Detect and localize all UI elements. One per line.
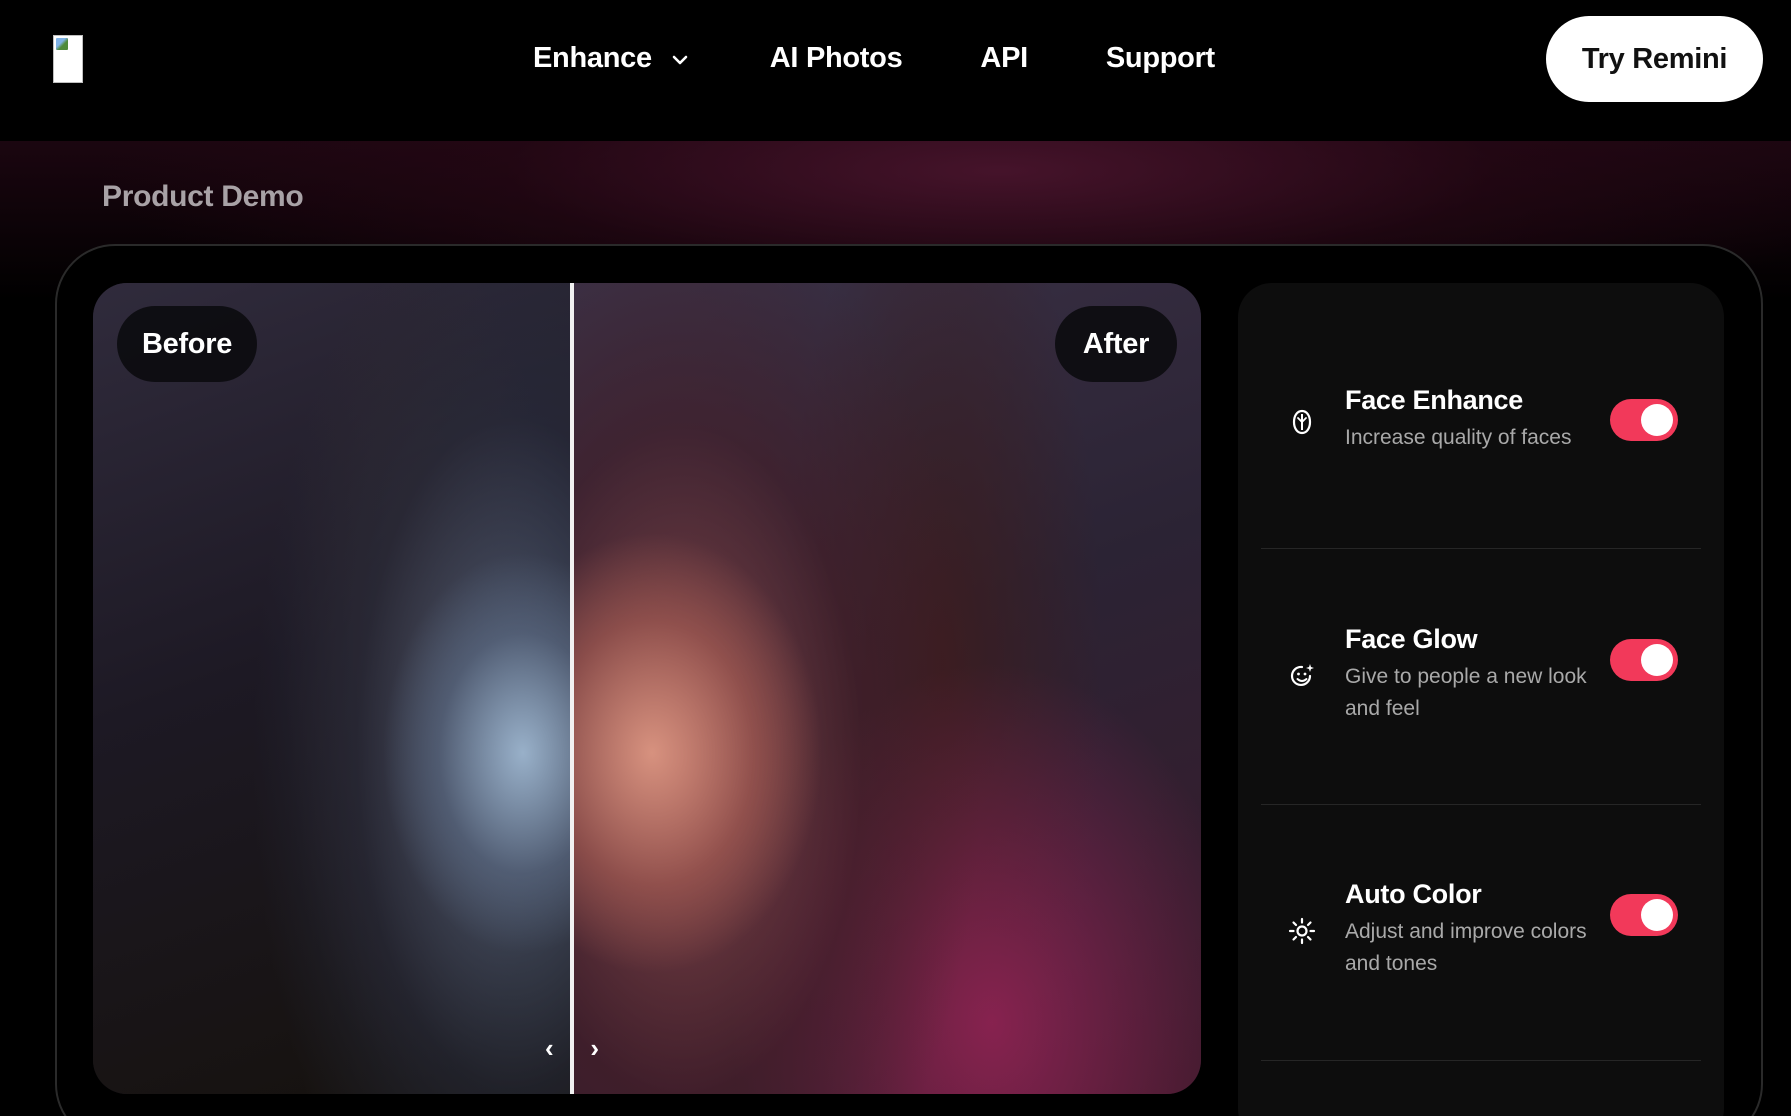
logo-broken-image[interactable] xyxy=(53,35,83,83)
enhance-options-panel: Face Enhance Increase quality of faces F… xyxy=(1238,283,1724,1116)
auto-color-toggle[interactable] xyxy=(1610,894,1678,936)
feature-title: Face Enhance xyxy=(1345,385,1523,415)
nav-ai-photos[interactable]: AI Photos xyxy=(770,42,903,75)
face-enhance-toggle[interactable] xyxy=(1610,399,1678,441)
feature-face-glow: Face Glow Give to people a new look and … xyxy=(1238,549,1724,805)
feature-auto-color: Auto Color Adjust and improve colors and… xyxy=(1238,805,1724,1061)
site-header: Enhance AI Photos API Support Try Remini xyxy=(0,0,1791,141)
face-glow-icon xyxy=(1290,664,1314,687)
nav-enhance-label: Enhance xyxy=(533,41,652,74)
feature-title: Auto Color xyxy=(1345,879,1482,909)
nav-enhance[interactable]: Enhance xyxy=(533,42,690,75)
divider xyxy=(1261,1060,1701,1061)
after-image xyxy=(572,283,1201,1094)
feature-description: Give to people a new look and feel xyxy=(1345,665,1587,720)
main-nav: Enhance AI Photos API Support xyxy=(533,36,1215,80)
section-title: Product Demo xyxy=(102,180,304,213)
arrow-right-icon: › xyxy=(590,1032,599,1063)
try-remini-button[interactable]: Try Remini xyxy=(1546,16,1763,102)
arrow-left-icon: ‹ xyxy=(545,1032,554,1063)
before-after-compare[interactable]: ‹ › Before After xyxy=(93,283,1201,1094)
compare-divider[interactable] xyxy=(570,283,574,1094)
sun-icon xyxy=(1288,917,1316,945)
compare-slider-handle[interactable]: ‹ › xyxy=(541,1032,603,1063)
feature-face-enhance: Face Enhance Increase quality of faces xyxy=(1238,283,1724,549)
chevron-down-icon xyxy=(672,55,688,65)
after-label: After xyxy=(1055,306,1177,382)
face-glow-toggle[interactable] xyxy=(1610,639,1678,681)
before-label: Before xyxy=(117,306,257,382)
before-image xyxy=(93,283,572,1094)
nav-api[interactable]: API xyxy=(980,42,1028,75)
feature-title: Face Glow xyxy=(1345,624,1478,654)
feature-description: Increase quality of faces xyxy=(1345,426,1572,449)
face-enhance-icon xyxy=(1292,409,1312,435)
feature-description: Adjust and improve colors and tones xyxy=(1345,920,1587,975)
nav-support[interactable]: Support xyxy=(1106,42,1215,75)
